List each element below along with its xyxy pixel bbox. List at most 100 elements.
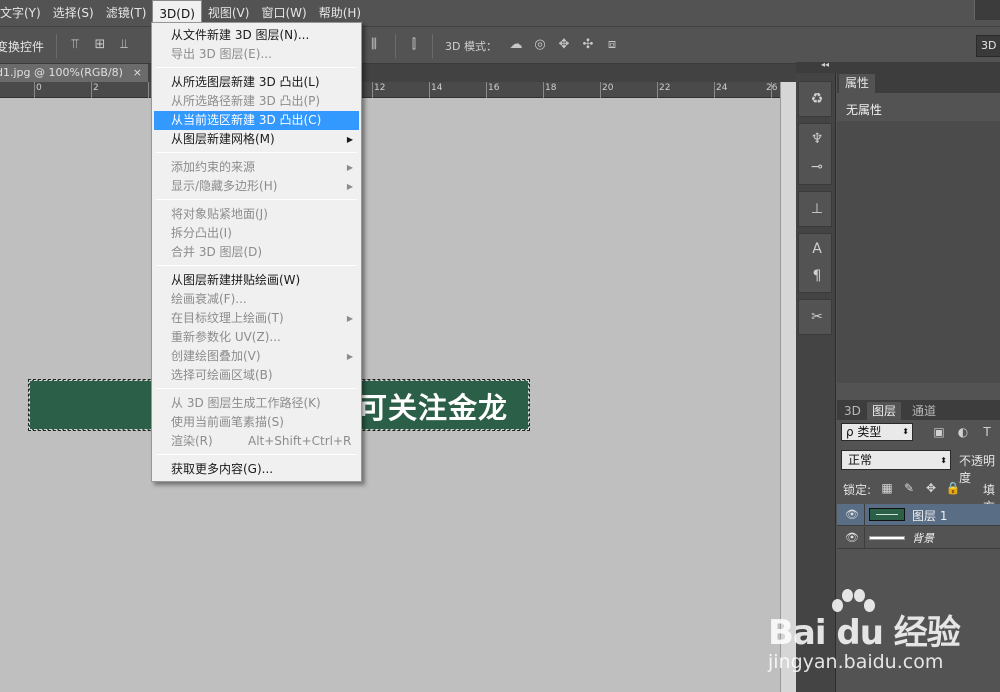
paragraph-icon[interactable]: ¶ xyxy=(808,267,826,285)
menu-item-label: 从所选路径新建 3D 凸出(P) xyxy=(171,94,321,108)
menu-filter[interactable]: 滤镜(T) xyxy=(100,0,153,26)
menu-separator xyxy=(156,388,357,389)
layer-row-background[interactable]: 👁 背景 xyxy=(837,527,1000,549)
submenu-arrow-icon: ▶ xyxy=(346,135,353,144)
options-bar: 变换控件 ⫪ ⊞ ⫫ ⫼ ⫿ 3D 模式： ☁ ◎ ✥ ✣ ⧈ 3D xyxy=(0,26,1000,64)
ruler-number: 20 xyxy=(602,83,614,93)
menu-item-label: 合并 3D 图层(D) xyxy=(171,245,263,259)
menu-item-work-path-from-3d[interactable]: 从 3D 图层生成工作路径(K) xyxy=(154,394,359,413)
brush-presets-icon[interactable]: ♆ xyxy=(808,130,826,148)
menu-item-new-3d-layer-from-file[interactable]: 从文件新建 3D 图层(N)... xyxy=(154,26,359,45)
menu-item-label: 选择可绘画区域(B) xyxy=(171,368,273,382)
menu-item-split-extrusion[interactable]: 拆分凸出(I) xyxy=(154,224,359,243)
collapse-icon[interactable]: ◂◂ xyxy=(821,60,829,69)
divider xyxy=(395,34,396,58)
menu-item-label: 获取更多内容(G)... xyxy=(171,462,274,476)
roll-3d-icon[interactable]: ◎ xyxy=(532,37,548,53)
menu-item-label: 重新参数化 UV(Z)... xyxy=(171,330,281,344)
tab-channels[interactable]: 通道 xyxy=(907,402,941,420)
menu-item-export-3d-layer[interactable]: 导出 3D 图层(E)... xyxy=(154,45,359,64)
tab-layers[interactable]: 图层 xyxy=(867,402,902,420)
auto-align-icon[interactable]: ⫿ xyxy=(406,37,422,53)
menu-item-extrusion-from-selection[interactable]: 从当前选区新建 3D 凸出(C) xyxy=(154,111,359,130)
menu-item-paint-falloff[interactable]: 绘画衰减(F)... xyxy=(154,290,359,309)
menu-item-sketch-with-brush[interactable]: 使用当前画笔素描(S) xyxy=(154,413,359,432)
tab-properties[interactable]: 属性 xyxy=(839,74,875,93)
align-vcenter-icon[interactable]: ⊞ xyxy=(92,37,108,53)
layer-name[interactable]: 图层 1 xyxy=(912,507,947,524)
distribute-icon[interactable]: ⫼ xyxy=(366,37,382,53)
dock-group: ⊥ xyxy=(798,191,832,227)
menu-item-extrusion-from-layer[interactable]: 从所选图层新建 3D 凸出(L) xyxy=(154,73,359,92)
menu-item-paint-on-target-texture[interactable]: 在目标纹理上绘画(T) ▶ xyxy=(154,309,359,328)
ruler-number: 0 xyxy=(36,83,42,93)
menu-item-label: 从文件新建 3D 图层(N)... xyxy=(171,28,310,42)
close-icon[interactable]: × xyxy=(133,64,142,82)
divider xyxy=(432,34,433,58)
menu-item-show-hide-polygons[interactable]: 显示/隐藏多边形(H) ▶ xyxy=(154,177,359,196)
3d-menu-dropdown: 从文件新建 3D 图层(N)... 导出 3D 图层(E)... 从所选图层新建… xyxy=(151,22,362,482)
menu-item-label: 从当前选区新建 3D 凸出(C) xyxy=(171,113,322,127)
adjustments-icon[interactable]: ⊸ xyxy=(808,158,826,176)
menu-item-label: 添加约束的来源 xyxy=(171,160,256,174)
menu-item-snap-to-ground[interactable]: 将对象贴紧地面(J) xyxy=(154,205,359,224)
menu-separator xyxy=(156,265,357,266)
menu-type[interactable]: 文字(Y) xyxy=(0,0,47,26)
document-tab[interactable]: d1.jpg @ 100%(RGB/8) × xyxy=(0,64,148,82)
submenu-arrow-icon: ▶ xyxy=(346,163,353,172)
lock-transparent-icon[interactable]: ▦ xyxy=(879,480,895,496)
rotate-3d-icon[interactable]: ☁ xyxy=(508,37,524,53)
menu-item-mesh-from-layer[interactable]: 从图层新建网格(M) ▶ xyxy=(154,130,359,149)
menu-item-label: 拆分凸出(I) xyxy=(171,226,232,240)
window-control-button[interactable] xyxy=(974,0,1000,20)
character-icon[interactable]: A xyxy=(808,240,826,258)
adjustment-filter-icon[interactable]: ◐ xyxy=(955,424,971,440)
panel-collapse-bar[interactable]: ◂◂ xyxy=(796,60,1000,73)
menu-item-tiled-painting[interactable]: 从图层新建拼贴绘画(W) xyxy=(154,271,359,290)
scale-3d-icon[interactable]: ⧈ xyxy=(604,37,620,53)
3d-workspace-button[interactable]: 3D xyxy=(976,35,1000,57)
history-icon[interactable]: ♻ xyxy=(808,90,826,108)
menu-item-label: 导出 3D 图层(E)... xyxy=(171,47,272,61)
menu-separator xyxy=(156,152,357,153)
properties-content: 无属性 xyxy=(846,103,883,117)
tool-presets-icon[interactable]: ✂ xyxy=(808,308,826,326)
layer-name[interactable]: 背景 xyxy=(912,530,934,546)
type-filter-icon[interactable]: T xyxy=(979,424,995,440)
drag-3d-icon[interactable]: ✥ xyxy=(556,37,572,53)
menu-item-merge-3d-layers[interactable]: 合并 3D 图层(D) xyxy=(154,243,359,262)
menu-item-render[interactable]: 渲染(R) Alt+Shift+Ctrl+R xyxy=(154,432,359,451)
layer-row-layer1[interactable]: 👁 图层 1 xyxy=(837,504,1000,526)
submenu-arrow-icon: ▶ xyxy=(346,182,353,191)
ruler-number: 18 xyxy=(545,83,557,93)
menu-item-label: 从 3D 图层生成工作路径(K) xyxy=(171,396,321,410)
menu-item-label: 显示/隐藏多边形(H) xyxy=(171,179,278,193)
blend-mode-label: 正常 xyxy=(848,453,873,467)
menu-item-create-painting-overlay[interactable]: 创建绘图叠加(V) ▶ xyxy=(154,347,359,366)
lock-all-icon[interactable]: 🔒 xyxy=(945,480,961,496)
dock-group: ✂ xyxy=(798,299,832,335)
ruler-number: 16 xyxy=(488,83,500,93)
lock-position-icon[interactable]: ✥ xyxy=(923,480,939,496)
menu-item-add-constraint-source[interactable]: 添加约束的来源 ▶ xyxy=(154,158,359,177)
lock-image-icon[interactable]: ✎ xyxy=(901,480,917,496)
transform-controls-label[interactable]: 变换控件 xyxy=(0,38,44,55)
menu-item-select-paintable-areas[interactable]: 选择可绘画区域(B) xyxy=(154,366,359,385)
clone-source-icon[interactable]: ⊥ xyxy=(808,200,826,218)
menu-item-extrusion-from-path[interactable]: 从所选路径新建 3D 凸出(P) xyxy=(154,92,359,111)
menu-item-get-more-content[interactable]: 获取更多内容(G)... xyxy=(154,460,359,479)
tab-3d[interactable]: 3D xyxy=(839,402,866,420)
pixel-filter-icon[interactable]: ▣ xyxy=(931,424,947,440)
slide-3d-icon[interactable]: ✣ xyxy=(580,37,596,53)
layer-filter-select[interactable]: ρ 类型 ⬍ xyxy=(841,423,913,441)
align-bottom-icon[interactable]: ⫫ xyxy=(116,37,132,53)
align-top-icon[interactable]: ⫪ xyxy=(67,37,83,53)
horizontal-ruler[interactable]: 0 2 12 14 16 18 20 22 24 26 xyxy=(0,82,780,98)
menu-select[interactable]: 选择(S) xyxy=(47,0,100,26)
blend-mode-select[interactable]: 正常 ⬍ xyxy=(841,450,951,470)
menu-item-reparameterize-uv[interactable]: 重新参数化 UV(Z)... xyxy=(154,328,359,347)
visibility-eye-icon[interactable]: 👁 xyxy=(844,507,860,523)
divider xyxy=(864,504,865,526)
ruler-number: 24 xyxy=(716,83,728,93)
visibility-eye-icon[interactable]: 👁 xyxy=(844,530,860,546)
